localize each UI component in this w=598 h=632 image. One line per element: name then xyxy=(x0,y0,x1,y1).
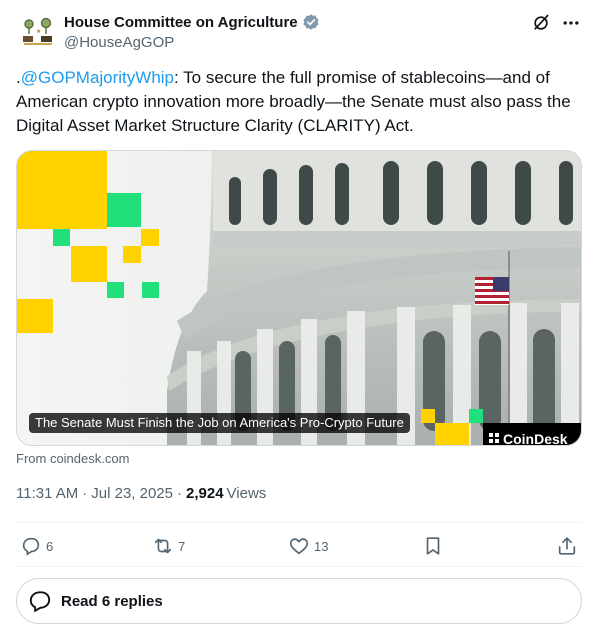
bookmark-button[interactable] xyxy=(422,532,444,560)
brand-square xyxy=(469,409,483,423)
author-display-name[interactable]: House Committee on Agriculture xyxy=(64,14,298,31)
brand-square xyxy=(123,246,141,263)
tweet-date[interactable]: Jul 23, 2025 xyxy=(91,485,173,502)
brand-square xyxy=(141,229,159,246)
views-count[interactable]: 2,924 xyxy=(186,485,224,502)
brand-square xyxy=(17,151,107,229)
grok-icon[interactable] xyxy=(530,12,552,34)
brand-square xyxy=(17,299,53,333)
more-icon[interactable] xyxy=(560,12,582,34)
mention-link[interactable]: @GOPMajorityWhip xyxy=(21,68,174,87)
tweet-meta: 11:31 AM · Jul 23, 2025 · 2,924 Views xyxy=(16,485,266,502)
brand-square xyxy=(107,282,124,298)
card-image: CoinDesk xyxy=(17,151,581,446)
repost-count: 7 xyxy=(178,538,186,554)
brand-square xyxy=(435,423,469,445)
link-card[interactable]: CoinDesk The Senate Must Finish the Job … xyxy=(16,150,582,446)
author-handle[interactable]: @HouseAgGOP xyxy=(64,34,320,51)
reply-bubble-icon xyxy=(29,591,51,613)
verified-badge-icon[interactable] xyxy=(302,13,320,31)
reply-count: 6 xyxy=(46,538,54,554)
tweet-text: .@GOPMajorityWhip: To secure the full pr… xyxy=(16,66,582,138)
like-button[interactable]: 13 xyxy=(288,532,328,560)
repost-icon xyxy=(154,538,172,554)
share-button[interactable] xyxy=(556,532,578,560)
brand-square xyxy=(53,229,70,246)
read-replies-button[interactable]: Read 6 replies xyxy=(16,578,582,624)
brand-square xyxy=(107,193,141,227)
name-row: House Committee on Agriculture xyxy=(64,12,320,32)
avatar[interactable]: ★ xyxy=(18,12,58,52)
author-block: House Committee on Agriculture @HouseAgG… xyxy=(64,12,320,51)
card-source[interactable]: From coindesk.com xyxy=(16,451,129,466)
top-icons xyxy=(522,12,582,34)
separator-dot: · xyxy=(82,485,88,502)
brand-square xyxy=(71,246,107,282)
action-bar: 6 7 13 xyxy=(16,532,582,560)
read-replies-label: Read 6 replies xyxy=(61,592,163,610)
divider xyxy=(16,566,582,567)
brand-square xyxy=(421,409,435,423)
reply-button[interactable]: 6 xyxy=(20,532,53,560)
card-caption: The Senate Must Finish the Job on Americ… xyxy=(29,413,410,433)
divider xyxy=(16,522,582,523)
separator-dot: · xyxy=(177,485,182,502)
coindesk-brand: CoinDesk xyxy=(503,431,568,446)
reply-icon xyxy=(22,537,40,556)
share-icon xyxy=(558,537,576,555)
like-count: 13 xyxy=(314,538,329,554)
views-label: Views xyxy=(226,485,267,502)
capitol-dome xyxy=(167,151,581,445)
svg-text:★: ★ xyxy=(36,28,41,35)
brand-square xyxy=(142,282,159,298)
repost-button[interactable]: 7 xyxy=(152,532,185,560)
bookmark-icon xyxy=(426,537,440,555)
tweet-time[interactable]: 11:31 AM xyxy=(16,485,78,502)
tweet-header: ★ House Committee on Agriculture @HouseA… xyxy=(16,10,582,54)
heart-icon xyxy=(289,538,309,555)
house-ag-seal-icon: ★ xyxy=(18,12,58,52)
